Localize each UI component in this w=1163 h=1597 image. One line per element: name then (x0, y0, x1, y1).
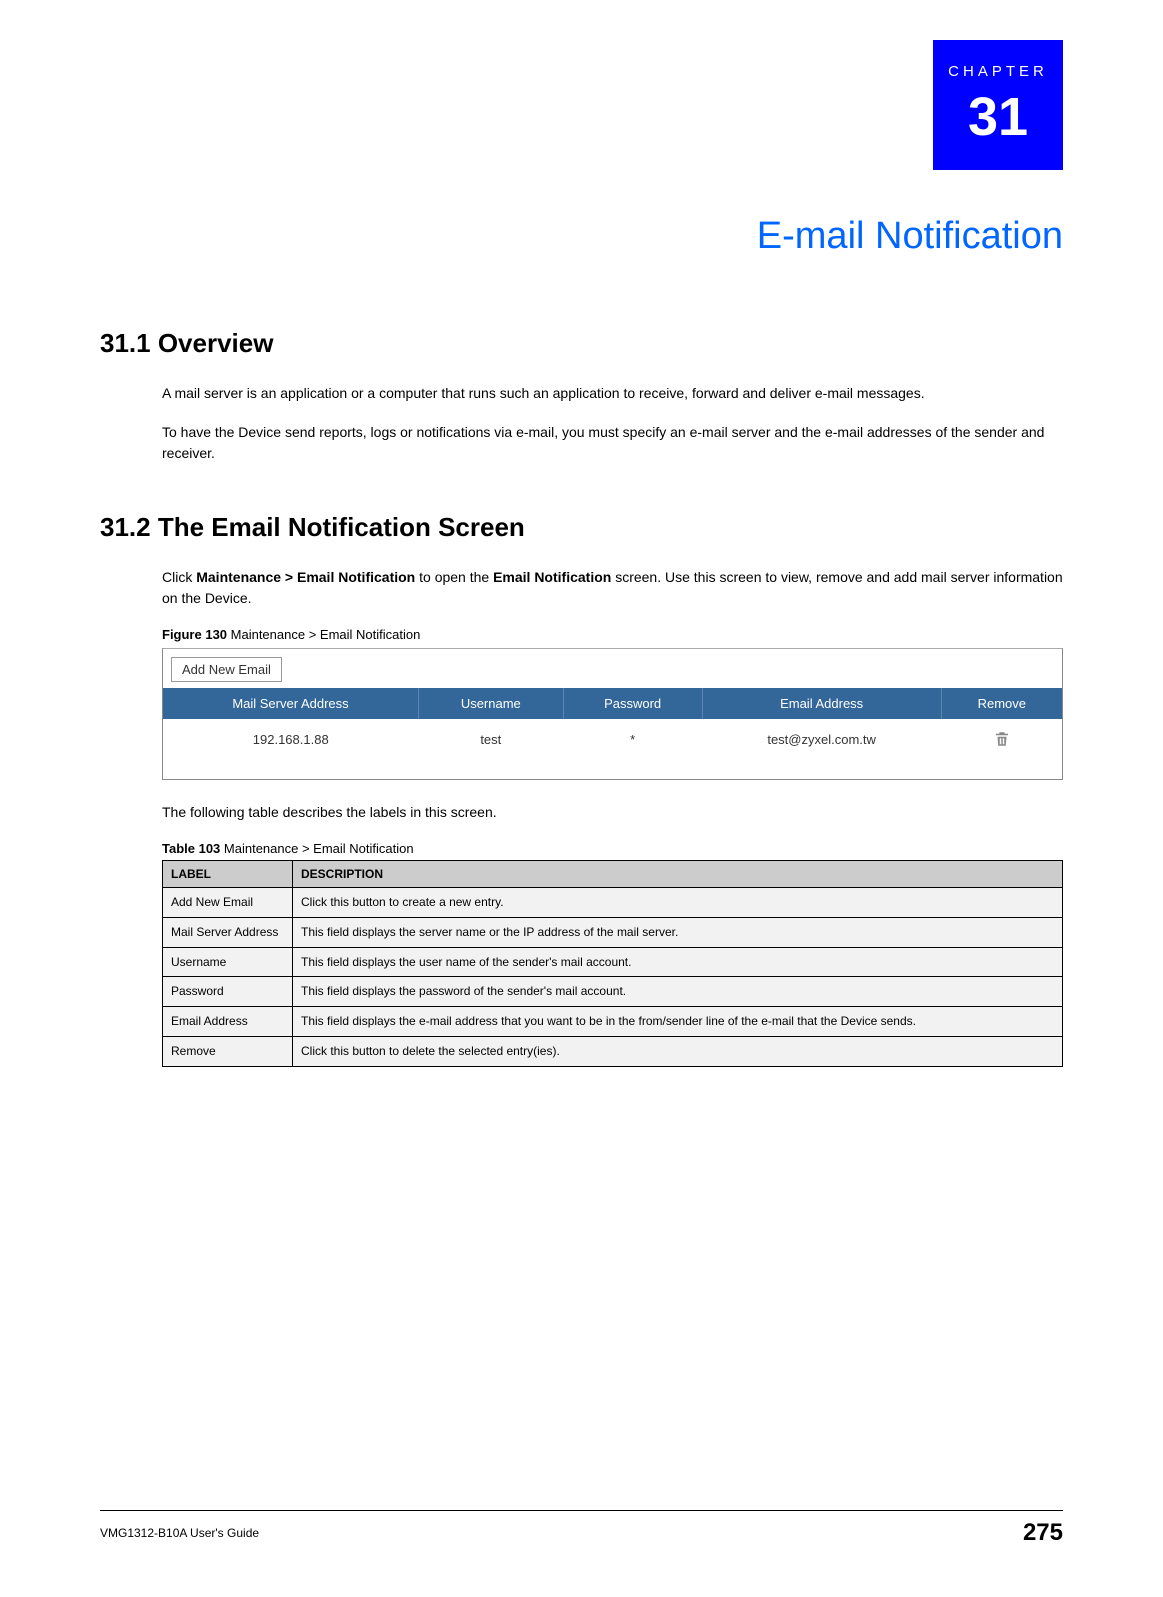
desc-row: Remove Click this button to delete the s… (163, 1036, 1063, 1066)
table-intro: The following table describes the labels… (162, 802, 1063, 823)
table-label-rest: Maintenance > Email Notification (220, 841, 413, 856)
footer-guide: VMG1312-B10A User's Guide (100, 1526, 259, 1540)
figure-label: Figure 130 Maintenance > Email Notificat… (162, 627, 1063, 642)
desc-label: Mail Server Address (163, 917, 293, 947)
table-label-bold: Table 103 (162, 841, 220, 856)
th-mail-server-address: Mail Server Address (163, 688, 418, 719)
desc-row: Add New Email Click this button to creat… (163, 888, 1063, 918)
desc-text: Click this button to create a new entry. (293, 888, 1063, 918)
section-31-2-heading: 31.2 The Email Notification Screen (100, 512, 1063, 543)
screenshot-maintenance-email-notification: Add New Email Mail Server Address Userna… (162, 648, 1063, 780)
desc-row: Email Address This field displays the e-… (163, 1007, 1063, 1037)
desc-row: Username This field displays the user na… (163, 947, 1063, 977)
trash-icon[interactable] (993, 730, 1011, 745)
desc-label: Password (163, 977, 293, 1007)
desc-th-label: LABEL (163, 861, 293, 888)
section-31-2-intro: Click Maintenance > Email Notification t… (162, 567, 1063, 609)
intro-mid: to open the (415, 569, 493, 585)
desc-text: This field displays the server name or t… (293, 917, 1063, 947)
description-table: LABEL DESCRIPTION Add New Email Click th… (162, 860, 1063, 1067)
table-row: 192.168.1.88 test * test@zyxel.com.tw (163, 719, 1062, 759)
section-31-1-p2: To have the Device send reports, logs or… (162, 422, 1063, 464)
chapter-box: CHAPTER 31 (933, 40, 1063, 170)
desc-label: Email Address (163, 1007, 293, 1037)
th-email-address: Email Address (702, 688, 941, 719)
chapter-title: E-mail Notification (100, 215, 1063, 258)
desc-th-description: DESCRIPTION (293, 861, 1063, 888)
section-31-1-p1: A mail server is an application or a com… (162, 383, 1063, 404)
desc-label: Add New Email (163, 888, 293, 918)
td-password: * (563, 719, 702, 759)
figure-label-bold: Figure 130 (162, 627, 227, 642)
figure-label-rest: Maintenance > Email Notification (227, 627, 420, 642)
page-number: 275 (1023, 1519, 1063, 1547)
table-header-row: Mail Server Address Username Password Em… (163, 688, 1062, 719)
th-remove: Remove (941, 688, 1062, 719)
intro-pre: Click (162, 569, 196, 585)
desc-table-header-row: LABEL DESCRIPTION (163, 861, 1063, 888)
desc-row: Mail Server Address This field displays … (163, 917, 1063, 947)
desc-label: Username (163, 947, 293, 977)
desc-text: This field displays the password of the … (293, 977, 1063, 1007)
desc-text: This field displays the user name of the… (293, 947, 1063, 977)
td-remove (941, 719, 1062, 759)
desc-text: Click this button to delete the selected… (293, 1036, 1063, 1066)
td-email-address: test@zyxel.com.tw (702, 719, 941, 759)
desc-label: Remove (163, 1036, 293, 1066)
section-31-1-heading: 31.1 Overview (100, 328, 1063, 359)
table-label: Table 103 Maintenance > Email Notificati… (162, 841, 1063, 856)
intro-bold-1: Maintenance > Email Notification (196, 569, 415, 585)
desc-row: Password This field displays the passwor… (163, 977, 1063, 1007)
intro-bold-2: Email Notification (493, 569, 611, 585)
chapter-label: CHAPTER (948, 63, 1048, 80)
chapter-number: 31 (968, 86, 1028, 148)
add-new-email-button[interactable]: Add New Email (171, 657, 282, 682)
email-notification-table: Mail Server Address Username Password Em… (163, 688, 1062, 759)
td-username: test (418, 719, 563, 759)
th-username: Username (418, 688, 563, 719)
footer: VMG1312-B10A User's Guide 275 (100, 1510, 1063, 1547)
th-password: Password (563, 688, 702, 719)
desc-text: This field displays the e-mail address t… (293, 1007, 1063, 1037)
td-mail-server-address: 192.168.1.88 (163, 719, 418, 759)
